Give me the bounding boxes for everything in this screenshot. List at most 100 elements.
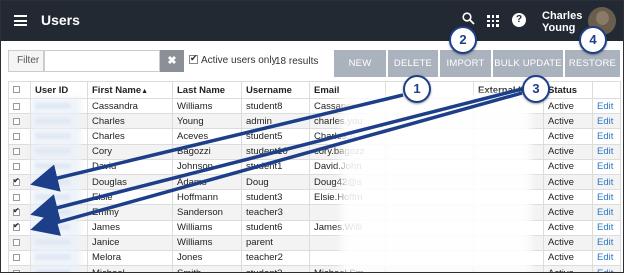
last-name-cell: Williams	[172, 97, 242, 115]
row-select-cell[interactable]	[8, 204, 31, 221]
username-cell: Doug	[241, 173, 310, 191]
callout-3: 3	[522, 75, 550, 103]
row-checkbox[interactable]	[13, 117, 20, 125]
first-name-cell: Emmy	[87, 204, 173, 221]
edit-link[interactable]: Edit	[597, 207, 613, 218]
status-cell: Active	[543, 249, 593, 267]
select-all-header[interactable]	[8, 81, 31, 99]
first-name-cell: Charles	[87, 113, 173, 130]
row-select-cell[interactable]	[8, 97, 31, 115]
col-last-name[interactable]: Last Name	[172, 81, 242, 99]
edit-link[interactable]: Edit	[597, 192, 613, 203]
edit-link[interactable]: Edit	[597, 116, 613, 127]
last-name-cell: Young	[172, 113, 242, 130]
clear-filter-button[interactable]: ✖	[160, 50, 184, 72]
edit-link[interactable]: Edit	[597, 252, 613, 263]
redacted-user-ids	[31, 97, 81, 272]
edit-cell: Edit	[592, 173, 621, 191]
row-checkbox[interactable]	[13, 132, 20, 140]
apps-grid-icon[interactable]	[487, 15, 499, 27]
edit-link[interactable]: Edit	[597, 161, 613, 172]
select-all-checkbox[interactable]	[13, 86, 20, 94]
first-name-cell: David	[87, 158, 173, 175]
row-checkbox[interactable]	[13, 239, 20, 247]
row-checkbox[interactable]	[13, 163, 20, 171]
status-cell: Active	[543, 113, 593, 130]
delete-button[interactable]: DELETE	[388, 50, 438, 77]
row-select-cell[interactable]	[8, 143, 31, 160]
status-cell: Active	[543, 128, 593, 145]
row-select-cell[interactable]	[8, 113, 31, 130]
help-icon[interactable]: ?	[512, 13, 526, 27]
active-users-only-toggle[interactable]: Active users only	[189, 53, 277, 66]
username-cell: teacher3	[241, 204, 310, 221]
edit-link[interactable]: Edit	[597, 146, 613, 157]
user-last-name: Young	[542, 22, 576, 34]
row-select-cell[interactable]	[8, 219, 31, 236]
edit-link[interactable]: Edit	[597, 268, 613, 272]
edit-link[interactable]: Edit	[597, 177, 613, 188]
edit-cell: Edit	[592, 113, 621, 130]
col-user-id[interactable]: User ID	[30, 81, 88, 99]
callout-2: 2	[449, 26, 477, 54]
status-cell: Active	[543, 189, 593, 206]
last-name-cell: Williams	[172, 219, 242, 236]
row-select-cell[interactable]	[8, 158, 31, 175]
edit-link[interactable]: Edit	[597, 222, 613, 233]
row-checkbox[interactable]	[13, 254, 20, 262]
results-count: 18 results	[275, 56, 319, 67]
username-cell: teacher2	[241, 249, 310, 267]
row-checkbox[interactable]	[13, 221, 20, 232]
filter-label: Filter	[8, 50, 44, 72]
redacted-region	[341, 93, 531, 272]
edit-cell: Edit	[592, 189, 621, 206]
row-select-cell[interactable]	[8, 128, 31, 145]
username-cell: student2	[241, 265, 310, 272]
hamburger-icon[interactable]	[14, 15, 27, 26]
edit-cell: Edit	[592, 219, 621, 236]
row-checkbox[interactable]	[13, 193, 20, 201]
row-select-cell[interactable]	[8, 234, 31, 251]
row-select-cell[interactable]	[8, 249, 31, 267]
last-name-cell: Johnson	[172, 158, 242, 175]
edit-link[interactable]: Edit	[597, 101, 613, 112]
first-name-cell: Elsie	[87, 189, 173, 206]
row-checkbox[interactable]	[13, 102, 20, 110]
bulk-update-button[interactable]: BULK UPDATE	[493, 50, 563, 77]
row-checkbox[interactable]	[13, 206, 20, 216]
new-button[interactable]: NEW	[334, 50, 386, 77]
row-checkbox[interactable]	[13, 176, 20, 186]
col-first-name[interactable]: First Name▲	[87, 81, 173, 99]
last-name-cell: Aceves	[172, 128, 242, 145]
page-title: Users	[41, 12, 80, 28]
filter-input[interactable]	[44, 50, 160, 72]
user-first-name: Charles	[542, 10, 583, 22]
active-only-checkbox[interactable]	[189, 53, 198, 64]
active-only-label: Active users only	[201, 55, 277, 66]
top-bar: Users ? Charles Young	[1, 1, 623, 41]
first-name-cell: James	[87, 219, 173, 236]
row-checkbox[interactable]	[13, 269, 20, 272]
username-cell: student1	[241, 158, 310, 175]
row-select-cell[interactable]	[8, 173, 31, 191]
username-cell: student3	[241, 189, 310, 206]
username-cell: admin	[241, 113, 310, 130]
restore-button[interactable]: RESTORE	[565, 50, 620, 77]
last-name-cell: Bagozzi	[172, 143, 242, 160]
user-menu[interactable]: Charles Young	[542, 10, 582, 34]
first-name-cell: Douglas	[87, 173, 173, 191]
col-status[interactable]: Status	[543, 81, 593, 99]
row-select-cell[interactable]	[8, 265, 31, 272]
row-select-cell[interactable]	[8, 189, 31, 206]
edit-link[interactable]: Edit	[597, 237, 613, 248]
row-checkbox[interactable]	[13, 148, 20, 156]
edit-cell: Edit	[592, 128, 621, 145]
col-actions	[592, 81, 621, 99]
col-username[interactable]: Username	[241, 81, 310, 99]
callout-4: 4	[579, 26, 607, 54]
import-button[interactable]: IMPORT	[440, 50, 491, 77]
username-cell: student10	[241, 143, 310, 160]
edit-cell: Edit	[592, 143, 621, 160]
edit-link[interactable]: Edit	[597, 131, 613, 142]
last-name-cell: Williams	[172, 234, 242, 251]
